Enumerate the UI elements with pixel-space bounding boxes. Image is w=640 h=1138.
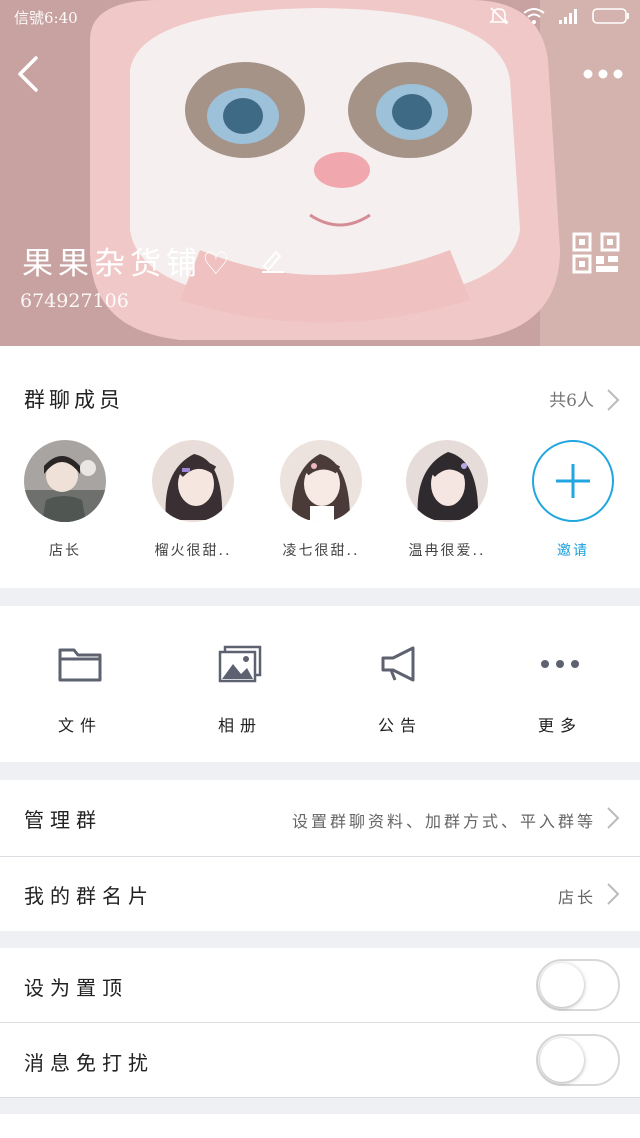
- toggle-knob: [540, 963, 584, 1007]
- qr-code-icon[interactable]: [572, 232, 622, 274]
- more-menu-icon[interactable]: [582, 62, 624, 86]
- group-card-label: 我的群名片: [24, 884, 154, 908]
- manage-group-value: 设置群聊资料、加群方式、平入群等: [291, 812, 596, 831]
- chevron-right-icon: [607, 883, 620, 905]
- chevron-right-icon: [607, 807, 620, 829]
- action-label: 更多: [537, 716, 582, 735]
- group-header: 信號6:40 果果杂货铺♡ 674927106: [0, 0, 640, 346]
- files-action[interactable]: 文件: [0, 644, 160, 736]
- member-name: 店长: [49, 543, 81, 559]
- pin-toggle[interactable]: [536, 959, 620, 1011]
- avatar: [406, 440, 488, 522]
- group-card-row[interactable]: 我的群名片 店长: [0, 857, 640, 931]
- group-name: 果果杂货铺♡: [22, 246, 235, 282]
- member-item[interactable]: 温冉很爱..: [392, 440, 502, 560]
- manage-group-label: 管理群: [24, 808, 102, 832]
- avatar: [152, 440, 234, 522]
- status-carrier-time: 信號6:40: [14, 9, 78, 27]
- next-row-partial: [0, 1114, 640, 1138]
- member-item[interactable]: 店长: [10, 440, 120, 560]
- megaphone-icon: [381, 646, 415, 682]
- member-item[interactable]: 凌七很甜..: [266, 440, 376, 560]
- more-action[interactable]: 更多: [480, 644, 640, 736]
- toggle-knob: [540, 1038, 584, 1082]
- status-bar: 信號6:40: [0, 0, 640, 34]
- chevron-right-icon[interactable]: [606, 388, 620, 412]
- member-name: 凌七很甜..: [282, 543, 360, 559]
- member-item[interactable]: 榴火很甜..: [138, 440, 248, 560]
- divider: [0, 1097, 640, 1098]
- member-name: 榴火很甜..: [154, 543, 232, 559]
- album-action[interactable]: 相册: [160, 644, 320, 736]
- member-name: 温冉很爱..: [408, 543, 486, 559]
- back-arrow-icon[interactable]: [10, 54, 44, 94]
- members-section: 群聊成员 共6人 店长 榴火很甜.. 凌七很甜.. 温冉很爱.. 邀请: [0, 346, 640, 588]
- battery-icon: [592, 8, 629, 24]
- mute-status-icon: [489, 7, 509, 25]
- invite-button[interactable]: 邀请: [518, 440, 628, 560]
- more-dots-icon: [541, 660, 579, 668]
- invite-label: 邀请: [557, 543, 589, 559]
- mute-row: 消息免打扰: [0, 1023, 640, 1097]
- signal-icon: [559, 9, 577, 24]
- group-card-value: 店长: [557, 888, 596, 907]
- members-count[interactable]: 共6人: [549, 386, 594, 411]
- members-title: 群聊成员: [24, 388, 124, 412]
- manage-group-row[interactable]: 管理群 设置群聊资料、加群方式、平入群等: [0, 780, 640, 856]
- mute-label: 消息免打扰: [24, 1051, 154, 1075]
- actions-section: 文件 相册 公告 更多: [0, 606, 640, 762]
- pin-label: 设为置顶: [24, 976, 128, 1000]
- action-label: 公告: [377, 716, 422, 735]
- folder-icon: [58, 648, 102, 682]
- announcement-action[interactable]: 公告: [320, 644, 480, 736]
- mute-toggle[interactable]: [536, 1034, 620, 1086]
- action-label: 相册: [217, 716, 262, 735]
- avatar: [280, 440, 362, 522]
- avatar: [24, 440, 106, 522]
- invite-plus-icon[interactable]: [532, 440, 614, 522]
- action-label: 文件: [57, 716, 102, 735]
- edit-pencil-icon[interactable]: [258, 246, 286, 274]
- album-icon: [218, 645, 262, 683]
- wifi-icon: [523, 8, 545, 24]
- pin-row: 设为置顶: [0, 948, 640, 1022]
- group-id: 674927106: [20, 290, 129, 312]
